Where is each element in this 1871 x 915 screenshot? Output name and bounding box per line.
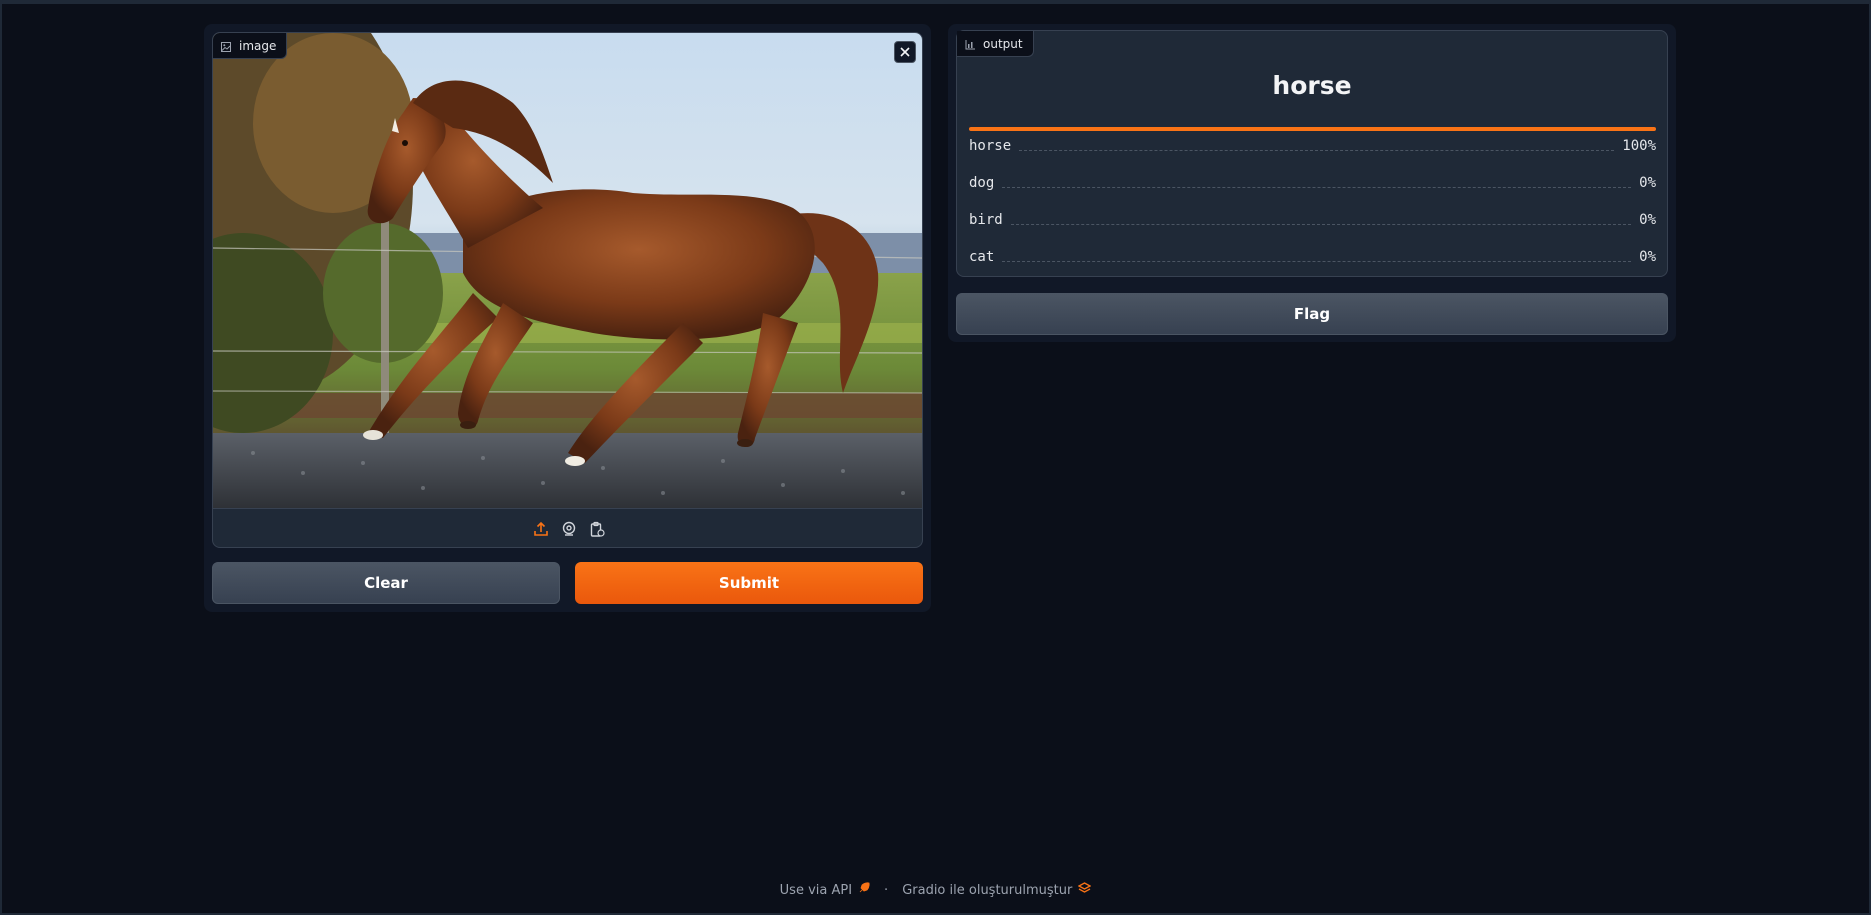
input-panel: image Clear Submit [204, 24, 931, 612]
image-source-toolbar [213, 508, 922, 547]
flag-button[interactable]: Flag [956, 293, 1668, 335]
gradio-link[interactable]: Gradio ile oluşturulmuştur [902, 882, 1092, 898]
confidence-leader [1002, 252, 1632, 262]
rocket-icon [858, 882, 870, 898]
clear-button[interactable]: Clear [212, 562, 560, 604]
built-with-text: Gradio ile oluşturulmuştur [902, 882, 1073, 898]
image-label-text: image [239, 38, 277, 53]
confidence-leader [1002, 178, 1632, 188]
confidence-label: dog [969, 175, 995, 191]
upload-icon[interactable] [532, 520, 550, 538]
output-label-text: output [983, 36, 1023, 51]
confidence-label: cat [969, 249, 995, 265]
confidence-row[interactable]: bird 0% [969, 201, 1656, 238]
submit-button[interactable]: Submit [575, 562, 923, 604]
image-block-label: image [213, 33, 288, 59]
footer: Use via API · Gradio ile oluşturulmuştur [2, 882, 1869, 898]
confidence-row[interactable]: cat 0% [969, 238, 1656, 275]
confidence-label: horse [969, 138, 1012, 154]
confidence-value: 0% [1639, 212, 1656, 228]
output-panel: output horse horse 100% dog 0% bird 0% c… [948, 24, 1676, 342]
confidence-list: horse 100% dog 0% bird 0% cat 0% [969, 127, 1656, 275]
confidence-bar [969, 127, 1656, 131]
confidence-value: 0% [1639, 249, 1656, 265]
label-output: output horse horse 100% dog 0% bird 0% c… [956, 30, 1668, 277]
chart-icon [965, 39, 975, 49]
webcam-icon[interactable] [560, 520, 578, 538]
confidence-row[interactable]: horse 100% [969, 127, 1656, 164]
confidence-leader [1019, 141, 1615, 151]
close-icon[interactable] [894, 41, 916, 63]
predicted-label: horse [1272, 71, 1352, 100]
image-input[interactable]: image [212, 32, 923, 548]
top-border [2, 2, 1869, 4]
clipboard-icon[interactable] [588, 520, 606, 538]
confidence-leader [1010, 215, 1632, 225]
use-via-api-link[interactable]: Use via API [780, 882, 870, 898]
confidence-row[interactable]: dog 0% [969, 164, 1656, 201]
footer-separator: · [884, 882, 889, 898]
image-icon [221, 41, 231, 52]
confidence-label: bird [969, 212, 1003, 228]
output-block-label: output [957, 31, 1034, 57]
use-via-api-text: Use via API [779, 882, 853, 898]
gradio-logo-icon [1077, 882, 1092, 898]
confidence-value: 100% [1622, 138, 1656, 154]
uploaded-image [213, 33, 922, 508]
confidence-value: 0% [1639, 175, 1656, 191]
